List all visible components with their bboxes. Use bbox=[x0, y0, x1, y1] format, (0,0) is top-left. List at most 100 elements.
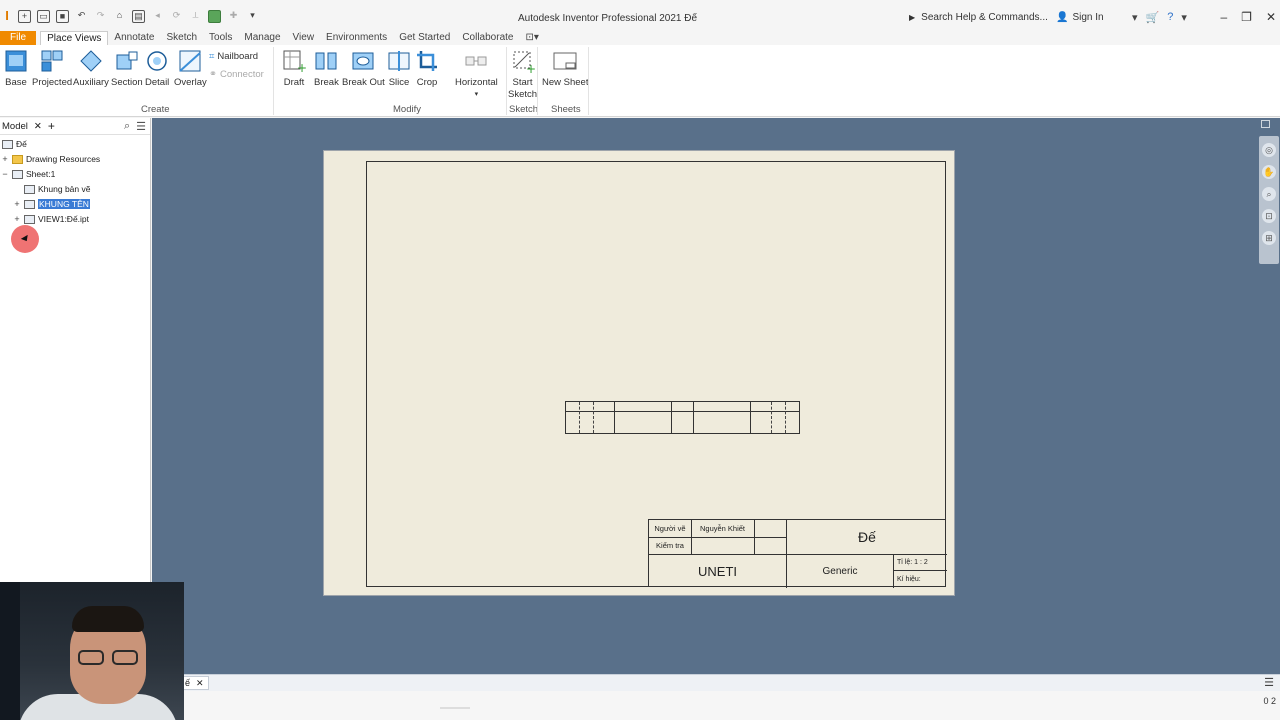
title-block[interactable]: Người vẽ Nguyễn Khiết Kiểm tra Đế UNETI … bbox=[648, 519, 947, 588]
section-view-button[interactable]: Section bbox=[111, 49, 143, 89]
start-sketch-label-2: Sketch bbox=[508, 89, 538, 100]
expand-icon[interactable]: + bbox=[13, 199, 21, 209]
redo-icon[interactable]: ↷ bbox=[94, 10, 107, 23]
base-label: Base bbox=[5, 77, 27, 88]
tab-collaborate[interactable]: Collaborate bbox=[456, 31, 519, 45]
minimize-icon[interactable]: – bbox=[1220, 10, 1227, 24]
crop-button[interactable]: Crop bbox=[415, 49, 439, 89]
drawing-canvas[interactable]: Người vẽ Nguyễn Khiết Kiểm tra Đế UNETI … bbox=[152, 118, 1280, 674]
search-help[interactable]: ▶ Search Help & Commands... bbox=[909, 12, 1048, 23]
base-view-button[interactable]: Base bbox=[4, 49, 28, 89]
auxiliary-view-button[interactable]: Auxiliary bbox=[73, 49, 109, 89]
ribbon-options-icon[interactable]: ⊡▾ bbox=[519, 31, 544, 45]
draft-icon: + bbox=[282, 49, 307, 75]
zoom-window-icon[interactable]: ⊡ bbox=[1262, 209, 1276, 223]
tree-item-border[interactable]: Khung bản vẽ bbox=[13, 184, 90, 194]
select-icon[interactable]: ◂ bbox=[151, 10, 164, 23]
maximize-view-icon[interactable] bbox=[1261, 120, 1270, 128]
create-panel-label: Create bbox=[141, 104, 170, 115]
draft-label: Draft bbox=[283, 77, 305, 88]
document-tab[interactable]: ế ✕ bbox=[180, 676, 209, 690]
view-icon bbox=[24, 214, 35, 224]
drawn-by-label: Người vẽ bbox=[654, 524, 686, 533]
tab-menu-icon[interactable]: ☰ bbox=[1264, 676, 1274, 689]
restore-icon[interactable]: ❐ bbox=[1241, 10, 1252, 24]
cart-icon[interactable]: 🛒 bbox=[1146, 11, 1160, 24]
menu-icon[interactable]: ☰ bbox=[136, 120, 146, 133]
detail-view-button[interactable]: Detail bbox=[145, 49, 169, 89]
close-tab-icon[interactable]: ✕ bbox=[196, 678, 204, 689]
save-icon[interactable]: ■ bbox=[56, 9, 69, 23]
close-browser-icon[interactable]: ✕ bbox=[34, 121, 42, 132]
projected-view-button[interactable]: Projected bbox=[32, 49, 72, 89]
section-label: Section bbox=[111, 77, 143, 88]
draft-button[interactable]: + Draft bbox=[282, 49, 307, 89]
slice-label: Slice bbox=[388, 77, 410, 88]
drawn-by-value: Nguyễn Khiết bbox=[699, 524, 746, 533]
add-browser-icon[interactable]: + bbox=[48, 119, 55, 133]
add-icon[interactable]: ✚ bbox=[227, 10, 240, 23]
zoom-icon[interactable]: ⌕ bbox=[1262, 187, 1276, 201]
new-file-icon[interactable]: + bbox=[18, 9, 31, 23]
connector-button[interactable]: ⚭ Connector bbox=[209, 69, 264, 80]
tree-item-title-block[interactable]: + KHUNG TÊN bbox=[13, 199, 90, 209]
chevron-right-icon: ▶ bbox=[909, 13, 916, 22]
appearance-icon[interactable] bbox=[208, 9, 221, 23]
crop-icon bbox=[415, 49, 439, 73]
tree-item-drawing-resources[interactable]: + Drawing Resources bbox=[1, 154, 100, 164]
tree-item-sheet[interactable]: − Sheet:1 bbox=[1, 169, 55, 179]
zoom-all-icon[interactable]: ⊞ bbox=[1262, 231, 1276, 245]
tab-get-started[interactable]: Get Started bbox=[393, 31, 456, 45]
tab-annotate[interactable]: Annotate bbox=[108, 31, 160, 45]
print-icon[interactable]: ▤ bbox=[132, 9, 145, 23]
tab-view[interactable]: View bbox=[287, 31, 321, 45]
measure-icon[interactable]: ⟂ bbox=[189, 10, 202, 23]
pan-icon[interactable]: ✋ bbox=[1262, 165, 1276, 179]
browser-header: Model ✕ + ⌕ ☰ bbox=[0, 118, 150, 135]
quick-access-toolbar: I + ▭ ■ ↶ ↷ ⌂ ▤ ◂ ⟳ ⟂ ✚ ▾ bbox=[2, 9, 259, 23]
tree-root[interactable]: Đế bbox=[2, 139, 27, 149]
break-button[interactable]: Break bbox=[314, 49, 339, 89]
tab-file[interactable]: File bbox=[0, 31, 37, 45]
tab-sketch[interactable]: Sketch bbox=[160, 31, 203, 45]
home-icon[interactable]: ⌂ bbox=[113, 10, 126, 23]
update-icon[interactable]: ⟳ bbox=[170, 10, 183, 23]
school-name: UNETI bbox=[698, 563, 737, 579]
collapse-icon[interactable]: − bbox=[1, 169, 9, 179]
break-out-button[interactable]: Break Out bbox=[342, 49, 385, 89]
tab-manage[interactable]: Manage bbox=[238, 31, 286, 45]
open-folder-icon[interactable]: ▭ bbox=[37, 9, 50, 23]
horizontal-dropdown-icon[interactable]: ▾ bbox=[455, 89, 498, 101]
steering-wheel-icon[interactable]: ◎ bbox=[1262, 143, 1276, 157]
expand-icon[interactable]: + bbox=[1, 154, 9, 164]
title-bar: I + ▭ ■ ↶ ↷ ⌂ ▤ ◂ ⟳ ⟂ ✚ ▾ Autodesk Inven… bbox=[0, 0, 1280, 34]
search-icon[interactable]: ⌕ bbox=[124, 120, 130, 133]
browser-tab-model[interactable]: Model bbox=[2, 121, 28, 132]
customize-dropdown-icon[interactable]: ▾ bbox=[246, 10, 259, 23]
horizontal-icon bbox=[464, 49, 488, 73]
material-value: Generic bbox=[822, 565, 858, 577]
nailboard-button[interactable]: ⌗ Nailboard bbox=[209, 51, 258, 62]
slice-button[interactable]: Slice bbox=[387, 49, 411, 89]
new-sheet-icon bbox=[553, 49, 577, 73]
help-icon[interactable]: ? bbox=[1167, 11, 1173, 24]
tab-place-views[interactable]: Place Views bbox=[40, 31, 109, 45]
undo-icon[interactable]: ↶ bbox=[75, 10, 88, 23]
horizontal-button[interactable]: Horizontal ▾ bbox=[455, 49, 498, 101]
help-dropdown-icon[interactable]: ▾ bbox=[1181, 11, 1187, 24]
drawing-view[interactable] bbox=[565, 401, 800, 434]
tab-environments[interactable]: Environments bbox=[320, 31, 393, 45]
tree-label-selected: KHUNG TÊN bbox=[38, 199, 90, 209]
tab-tools[interactable]: Tools bbox=[203, 31, 238, 45]
chevron-down-icon[interactable]: ▾ bbox=[1132, 11, 1138, 24]
detail-label: Detail bbox=[145, 77, 170, 88]
new-sheet-button[interactable]: New Sheet bbox=[542, 49, 588, 89]
close-icon[interactable]: ✕ bbox=[1266, 10, 1276, 24]
sign-in-button[interactable]: 👤 Sign In bbox=[1056, 12, 1104, 23]
tree-item-view1[interactable]: + VIEW1:Đế.ipt bbox=[13, 214, 89, 224]
drawing-sheet[interactable]: Người vẽ Nguyễn Khiết Kiểm tra Đế UNETI … bbox=[323, 150, 955, 596]
expand-icon[interactable]: + bbox=[13, 214, 21, 224]
overlay-view-button[interactable]: Overlay bbox=[174, 49, 207, 89]
ribbon-tabs: File Place Views Annotate Sketch Tools M… bbox=[0, 31, 1280, 45]
start-sketch-button[interactable]: + Start Sketch bbox=[508, 49, 537, 101]
